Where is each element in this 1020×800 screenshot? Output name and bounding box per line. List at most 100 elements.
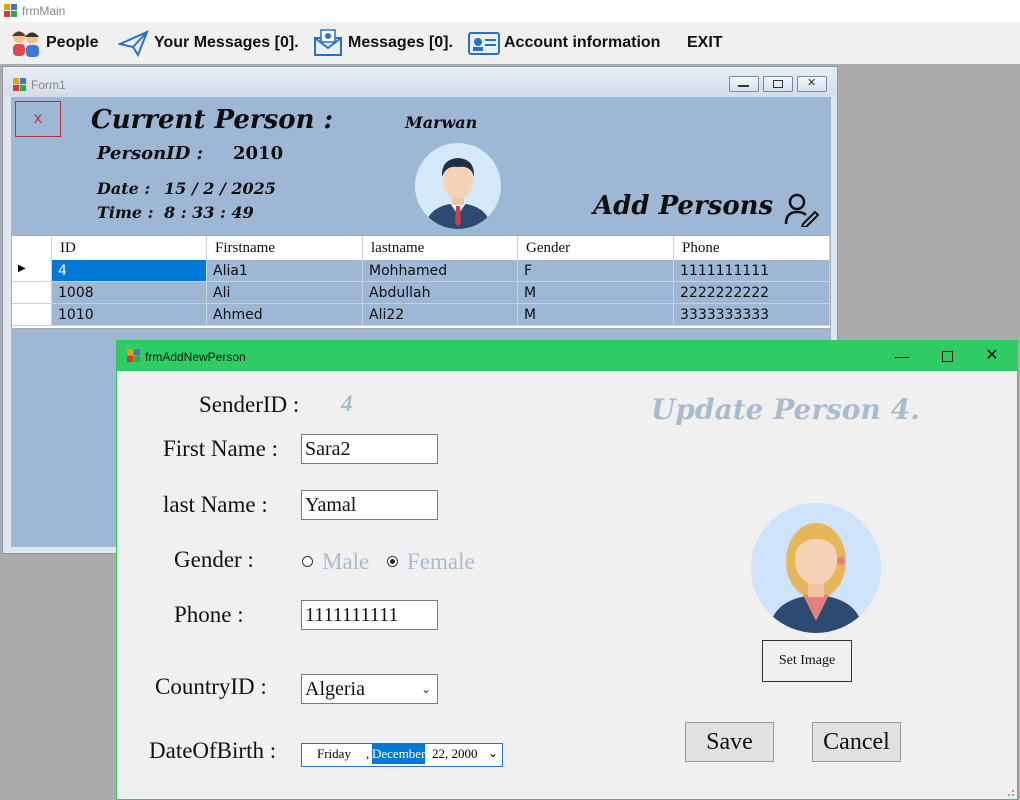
row-header[interactable] xyxy=(12,304,52,326)
phone-field[interactable]: 1111111111 xyxy=(301,600,438,630)
last-name-label: last Name : xyxy=(163,492,268,517)
add-new-person-dialog: frmAddNewPerson — ✕ SenderID : 4 Update … xyxy=(116,340,1018,800)
persons-grid[interactable]: ID Firstname lastname Gender Phone ▶ 4 A… xyxy=(11,235,831,329)
grid-cell[interactable]: F xyxy=(518,260,674,282)
gender-female-radio[interactable] xyxy=(387,556,398,567)
grid-cell[interactable]: Ali22 xyxy=(363,304,518,326)
form1-restore-button[interactable] xyxy=(763,76,793,92)
row-header[interactable]: ▶ xyxy=(12,260,52,282)
grid-header-phone[interactable]: Phone xyxy=(674,236,830,260)
chevron-down-icon: ⌄ xyxy=(420,682,431,696)
phone-label: Phone : xyxy=(174,602,244,627)
menu-item-exit[interactable]: EXIT xyxy=(687,28,723,58)
menu-label-your-messages: Your Messages [0]. xyxy=(154,34,299,51)
people-icon xyxy=(12,31,39,57)
last-name-field[interactable]: Yamal xyxy=(301,490,438,520)
user-avatar xyxy=(415,143,501,229)
grid-cell[interactable]: Ahmed xyxy=(207,304,363,326)
time-value: 8 : 33 : 49 xyxy=(164,203,254,222)
form1-minimize-button[interactable] xyxy=(729,76,759,92)
date-value: 15 / 2 / 2025 xyxy=(164,179,276,198)
grid-header-gender[interactable]: Gender xyxy=(518,236,674,260)
main-window-title: frmMain xyxy=(22,4,66,18)
menu-label-account-information: Account information xyxy=(504,34,661,51)
table-row[interactable]: 1010 Ahmed Ali22 M 3333333333 xyxy=(12,304,830,326)
table-row[interactable]: 1008 Ali Abdullah M 2222222222 xyxy=(12,282,830,304)
menu-item-messages[interactable]: Messages [0]. xyxy=(312,28,453,58)
save-button[interactable]: Save xyxy=(685,722,774,762)
dob-sep: , xyxy=(366,746,370,761)
set-image-button[interactable]: Set Image xyxy=(762,640,852,682)
menu-label-people: People xyxy=(46,34,99,51)
menu-item-account-information[interactable]: Account information xyxy=(468,28,660,58)
grid-header-firstname[interactable]: Firstname xyxy=(207,236,363,260)
grid-cell[interactable]: Ali xyxy=(207,282,363,304)
row-header[interactable] xyxy=(12,282,52,304)
form1-close-button[interactable]: ✕ xyxy=(797,76,827,92)
grid-cell[interactable]: Alia1 xyxy=(207,260,363,282)
grid-cell[interactable]: 1008 xyxy=(52,282,207,304)
gender-label: Gender : xyxy=(174,547,254,572)
dob-day: Friday xyxy=(317,746,351,761)
first-name-label: First Name : xyxy=(163,436,278,461)
grid-cell[interactable]: Mohhamed xyxy=(363,260,518,282)
dialog-close-button[interactable]: ✕ xyxy=(983,347,1001,365)
menu-item-your-messages[interactable]: Your Messages [0]. xyxy=(118,28,299,58)
date-of-birth-label: DateOfBirth : xyxy=(149,738,277,763)
dob-rest: 22, 2000 xyxy=(432,746,478,761)
grid-corner xyxy=(12,236,52,260)
form1-app-icon xyxy=(13,78,26,91)
gender-male-label[interactable]: Male xyxy=(322,549,369,575)
dialog-minimize-button[interactable]: — xyxy=(893,347,911,365)
menu-label-messages: Messages [0]. xyxy=(348,34,453,51)
table-row[interactable]: ▶ 4 Alia1 Mohhamed F 1111111111 xyxy=(12,260,830,282)
current-row-arrow-icon: ▶ xyxy=(18,263,26,274)
main-title-bar: frmMain xyxy=(0,0,1020,22)
add-person-icon[interactable] xyxy=(783,193,819,227)
dialog-app-icon xyxy=(127,349,140,362)
sender-id-label: SenderID : xyxy=(199,392,300,417)
add-persons-label: Add Persons xyxy=(593,191,774,221)
person-id-label: PersonID : xyxy=(97,143,204,164)
dialog-maximize-button[interactable] xyxy=(938,347,956,365)
form1-title: Form1 xyxy=(31,78,66,92)
country-id-label: CountryID : xyxy=(155,674,267,699)
grid-cell[interactable]: 4 xyxy=(52,260,207,282)
form1-x-button[interactable]: x xyxy=(15,101,61,137)
gender-male-radio[interactable] xyxy=(302,556,313,567)
grid-cell[interactable]: 3333333333 xyxy=(674,304,830,326)
grid-cell[interactable]: M xyxy=(518,304,674,326)
menu-label-exit: EXIT xyxy=(687,34,723,51)
dob-month[interactable]: December xyxy=(372,744,426,764)
date-label: Date : xyxy=(97,179,151,198)
grid-cell[interactable]: M xyxy=(518,282,674,304)
menu-bar: People Your Messages [0]. Messages [0]. … xyxy=(0,22,1020,64)
grid-header-lastname[interactable]: lastname xyxy=(363,236,518,260)
mail-icon xyxy=(314,29,342,56)
person-photo xyxy=(751,503,881,633)
grid-header-id[interactable]: ID xyxy=(52,236,207,260)
country-select[interactable]: Algeria ⌄ xyxy=(301,674,438,704)
menu-item-people[interactable]: People xyxy=(10,28,98,58)
dialog-heading: Update Person 4. xyxy=(651,393,920,426)
form1-title-bar: Form1 ✕ xyxy=(3,67,837,97)
person-id-value: 2010 xyxy=(233,143,284,164)
chevron-down-icon[interactable]: ⌄ xyxy=(488,743,498,763)
first-name-field[interactable]: Sara2 xyxy=(301,434,438,464)
dialog-title: frmAddNewPerson xyxy=(145,350,246,364)
time-label: Time : xyxy=(97,203,154,222)
current-person-label: Current Person : xyxy=(91,105,334,135)
grid-cell[interactable]: 1111111111 xyxy=(674,260,830,282)
paper-plane-icon xyxy=(118,30,149,58)
cancel-button[interactable]: Cancel xyxy=(812,722,901,762)
app-icon xyxy=(4,4,17,17)
grid-cell[interactable]: 1010 xyxy=(52,304,207,326)
resize-grip-icon[interactable] xyxy=(1005,787,1015,797)
dialog-title-bar: frmAddNewPerson — ✕ xyxy=(117,341,1017,371)
sender-id-value: 4 xyxy=(341,391,353,416)
grid-cell[interactable]: Abdullah xyxy=(363,282,518,304)
country-select-value: Algeria xyxy=(305,678,365,700)
gender-female-label[interactable]: Female xyxy=(407,549,475,575)
grid-cell[interactable]: 2222222222 xyxy=(674,282,830,304)
date-of-birth-picker[interactable]: Friday , December 22, 2000 ⌄ xyxy=(301,743,503,767)
